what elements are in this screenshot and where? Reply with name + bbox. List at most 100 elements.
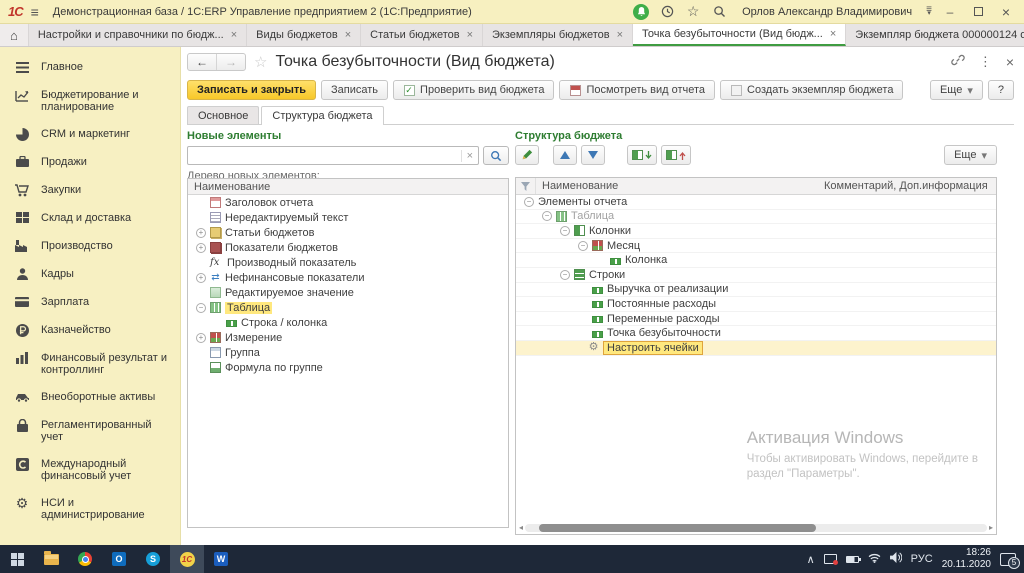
tab-budget-kinds[interactable]: Виды бюджетов× [247, 24, 361, 46]
list-item[interactable]: +⇄Нефинансовые показатели [188, 270, 508, 285]
close-icon[interactable]: × [467, 29, 473, 41]
table-row[interactable]: Точка безубыточности [516, 326, 996, 341]
table-row-selected[interactable]: ⚙Настроить ячейки [516, 341, 996, 356]
tab-budget-articles[interactable]: Статьи бюджетов× [361, 24, 483, 46]
collapse-icon[interactable]: − [196, 303, 206, 313]
list-item[interactable]: −Таблица [188, 300, 508, 315]
sidebar-item-production[interactable]: Производство [0, 232, 180, 260]
sidebar-item-ifrs[interactable]: Международный финансовый учет [0, 450, 180, 489]
table-row[interactable]: Выручка от реализации [516, 283, 996, 298]
tab-budget-settings[interactable]: Настройки и справочники по бюдж...× [29, 24, 247, 46]
save-button[interactable]: Записать [321, 80, 388, 100]
list-item[interactable]: Редактируемое значение [188, 285, 508, 300]
table-row[interactable]: −Месяц [516, 239, 996, 254]
view-report-kind-button[interactable]: Посмотреть вид отчета [559, 80, 715, 100]
scroll-right-icon[interactable]: ▸ [989, 523, 993, 532]
sidebar-item-treasury[interactable]: Казначейство [0, 316, 180, 344]
close-icon[interactable]: × [345, 29, 351, 41]
list-item[interactable]: Группа [188, 345, 508, 360]
sidebar-item-crm[interactable]: CRM и маркетинг [0, 120, 180, 148]
scrollbar-thumb[interactable] [539, 524, 816, 532]
close-icon[interactable]: × [231, 29, 237, 41]
close-form-button[interactable]: × [1006, 54, 1014, 70]
tab-breakeven-point[interactable]: Точка безубыточности (Вид бюдж...× [633, 24, 846, 46]
close-window-button[interactable]: × [996, 4, 1016, 20]
more-actions-button[interactable]: Еще▾ [930, 80, 983, 100]
screen-share-icon[interactable] [824, 554, 837, 564]
minimize-button[interactable]: – [940, 5, 960, 19]
sidebar-item-hr[interactable]: Кадры [0, 260, 180, 288]
clock[interactable]: 18:2620.11.2020 [942, 547, 991, 571]
run-search-button[interactable] [483, 146, 509, 165]
expand-icon[interactable]: + [196, 243, 206, 253]
help-button[interactable]: ? [988, 80, 1014, 100]
table-row[interactable]: Колонка [516, 253, 996, 268]
column-header[interactable]: Наименование [188, 179, 508, 195]
skype-button[interactable]: S [136, 545, 170, 573]
edit-button[interactable] [515, 145, 539, 165]
sidebar-item-main[interactable]: Главное [0, 53, 180, 81]
clear-search-icon[interactable]: × [461, 150, 478, 162]
volume-icon[interactable] [890, 552, 902, 566]
more-menu-dots-icon[interactable]: ⋮ [979, 54, 992, 70]
back-icon[interactable]: ← [188, 54, 216, 70]
column-comment-header[interactable]: Комментарий, Доп.информация [824, 180, 996, 192]
move-down-button[interactable] [581, 145, 605, 165]
outlook-button[interactable]: O [102, 545, 136, 573]
search-input[interactable] [188, 148, 461, 163]
sidebar-item-purchases[interactable]: Закупки [0, 176, 180, 204]
main-menu-icon[interactable]: ≡ [31, 4, 39, 20]
close-icon[interactable]: × [617, 29, 623, 41]
collapse-icon[interactable]: − [524, 197, 534, 207]
tab-budget-structure[interactable]: Структура бюджета [261, 106, 383, 125]
chrome-button[interactable] [68, 545, 102, 573]
sidebar-item-assets[interactable]: Внеоборотные активы [0, 383, 180, 411]
move-up-button[interactable] [553, 145, 577, 165]
collapse-icon[interactable]: − [560, 226, 570, 236]
move-out-of-group-button[interactable] [661, 145, 691, 165]
list-item[interactable]: fxПроизводный показатель [188, 255, 508, 270]
check-budget-kind-button[interactable]: ✓Проверить вид бюджета [393, 80, 554, 100]
sidebar-item-finresult[interactable]: Финансовый результат и контроллинг [0, 344, 180, 383]
file-explorer-button[interactable] [34, 545, 68, 573]
current-user[interactable]: Орлов Александр Владимирович [742, 6, 912, 18]
close-icon[interactable]: × [830, 28, 836, 40]
word-button[interactable]: W [204, 545, 238, 573]
start-button[interactable] [0, 545, 34, 573]
filter-icon[interactable] [516, 178, 536, 194]
table-row[interactable]: Постоянные расходы [516, 297, 996, 312]
expand-icon[interactable]: + [196, 228, 206, 238]
horizontal-scrollbar[interactable]: ◂ ▸ [519, 523, 993, 532]
scrollbar-track[interactable] [525, 524, 987, 532]
nav-history-buttons[interactable]: ← → [187, 53, 246, 71]
collapse-icon[interactable]: − [560, 270, 570, 280]
table-row[interactable]: −Строки [516, 268, 996, 283]
sidebar-item-admin[interactable]: ⚙НСИ и администрирование [0, 489, 180, 528]
tab-budget-instances[interactable]: Экземпляры бюджетов× [483, 24, 633, 46]
sidebar-item-regulated[interactable]: Регламентированный учет [0, 411, 180, 450]
sidebar-item-salary[interactable]: Зарплата [0, 288, 180, 316]
sidebar-item-warehouse[interactable]: Склад и доставка [0, 204, 180, 232]
tray-expand-icon[interactable]: ∧ [807, 553, 815, 566]
collapse-icon[interactable]: − [542, 211, 552, 221]
expand-icon[interactable]: + [196, 273, 206, 283]
list-item[interactable]: Формула по группе [188, 360, 508, 375]
maximize-button[interactable] [968, 5, 988, 19]
list-item[interactable]: +Измерение [188, 330, 508, 345]
table-row[interactable]: −Элементы отчета [516, 195, 996, 210]
favorite-star-icon[interactable]: ☆ [254, 53, 267, 71]
wifi-icon[interactable] [868, 553, 881, 566]
history-icon[interactable] [658, 3, 676, 21]
expand-icon[interactable]: + [196, 333, 206, 343]
list-item[interactable]: Заголовок отчета [188, 195, 508, 210]
scroll-left-icon[interactable]: ◂ [519, 523, 523, 532]
get-link-icon[interactable] [951, 53, 965, 70]
tab-home[interactable]: ⌂ [0, 24, 29, 46]
action-center-icon[interactable]: 5 [1000, 553, 1016, 566]
collapse-icon[interactable]: − [578, 241, 588, 251]
list-item[interactable]: Нередактируемый текст [188, 210, 508, 225]
service-menu-icon[interactable]: ≡▾ [926, 8, 932, 16]
sidebar-item-budgeting[interactable]: Бюджетирование и планирование [0, 81, 180, 120]
list-item[interactable]: +Статьи бюджетов [188, 225, 508, 240]
favorites-star-icon[interactable]: ☆ [684, 3, 702, 21]
